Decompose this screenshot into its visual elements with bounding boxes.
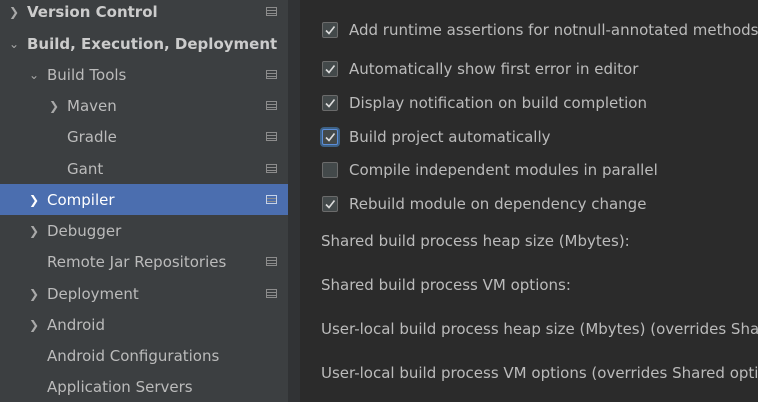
sidebar-item-deployment[interactable]: ❯ Deployment — [0, 278, 288, 309]
project-settings-icon — [266, 132, 277, 141]
sidebar-item-maven[interactable]: ❯ Maven — [0, 90, 288, 121]
project-settings-icon — [266, 164, 277, 173]
checkmark-icon — [325, 65, 336, 74]
build-automatically-checkbox[interactable]: Build project automatically — [322, 126, 551, 148]
sidebar-item-label: Android Configurations — [47, 346, 220, 365]
project-settings-icon — [266, 70, 277, 79]
chevron-right-icon[interactable]: ❯ — [7, 5, 21, 19]
sidebar-item-label: Application Servers — [47, 377, 193, 396]
sidebar-item-build-tools[interactable]: ⌄ Build Tools — [0, 59, 288, 90]
sidebar-item-version-control[interactable]: ❯ Version Control — [0, 0, 288, 27]
sidebar-item-label: Remote Jar Repositories — [47, 252, 227, 271]
checkbox-label: Compile independent modules in parallel — [349, 161, 658, 179]
checkbox-label: Automatically show first error in editor — [349, 60, 639, 78]
sidebar-item-label: Deployment — [47, 284, 139, 303]
project-settings-icon — [266, 289, 277, 298]
sidebar-item-android[interactable]: ❯ Android — [0, 309, 288, 340]
sidebar-item-build-execution-deployment[interactable]: ⌄ Build, Execution, Deployment — [0, 28, 288, 59]
sidebar-item-android-configurations[interactable]: Android Configurations — [0, 340, 288, 371]
checkmark-icon — [325, 99, 336, 108]
sidebar-item-label: Version Control — [27, 2, 158, 21]
checkmark-icon — [325, 200, 336, 209]
sidebar-item-label: Gant — [67, 159, 104, 178]
checkbox-label: Rebuild module on dependency change — [349, 195, 647, 213]
show-first-error-checkbox[interactable]: Automatically show first error in editor — [322, 58, 638, 80]
sidebar-item-gradle[interactable]: Gradle — [0, 121, 288, 152]
sidebar-item-label: Compiler — [47, 190, 115, 209]
chevron-right-icon[interactable]: ❯ — [47, 99, 61, 113]
checkbox-label: Add runtime assertions for notnull-annot… — [349, 21, 758, 39]
checkbox-box[interactable] — [322, 61, 338, 77]
checkbox-box[interactable] — [322, 196, 338, 212]
rebuild-on-dependency-checkbox[interactable]: Rebuild module on dependency change — [322, 193, 646, 215]
checkbox-box[interactable] — [322, 129, 338, 145]
chevron-right-icon[interactable]: ❯ — [27, 193, 41, 207]
sidebar-item-compiler[interactable]: ❯ Compiler — [0, 184, 288, 215]
runtime-assertions-checkbox[interactable]: Add runtime assertions for notnull-annot… — [322, 19, 758, 41]
checkbox-box[interactable] — [322, 95, 338, 111]
checkmark-icon — [325, 26, 336, 35]
checkbox-box[interactable] — [322, 22, 338, 38]
sidebar-item-label: Build, Execution, Deployment — [27, 34, 278, 53]
checkmark-icon — [325, 133, 336, 142]
sidebar-item-debugger[interactable]: ❯ Debugger — [0, 215, 288, 246]
sidebar-item-application-servers[interactable]: Application Servers — [0, 371, 288, 402]
build-notification-checkbox[interactable]: Display notification on build completion — [322, 92, 647, 114]
user-local-heap-size-label: User-local build process heap size (Mbyt… — [321, 320, 758, 338]
shared-vm-options-label: Shared build process VM options: — [321, 276, 571, 294]
sidebar-splitter[interactable] — [288, 0, 300, 402]
chevron-right-icon[interactable]: ❯ — [27, 287, 41, 301]
sidebar-item-label: Maven — [67, 96, 117, 115]
chevron-down-icon[interactable]: ⌄ — [27, 68, 41, 82]
sidebar-item-label: Debugger — [47, 221, 122, 240]
chevron-down-icon[interactable]: ⌄ — [7, 37, 21, 51]
sidebar-item-label: Gradle — [67, 127, 117, 146]
chevron-right-icon[interactable]: ❯ — [27, 224, 41, 238]
sidebar-item-remote-jar-repositories[interactable]: Remote Jar Repositories — [0, 246, 288, 277]
parallel-compile-checkbox[interactable]: Compile independent modules in parallel — [322, 159, 658, 181]
project-settings-icon — [266, 101, 277, 110]
project-settings-icon — [266, 257, 277, 266]
checkbox-label: Display notification on build completion — [349, 94, 647, 112]
sidebar-item-label: Android — [47, 315, 105, 334]
user-local-vm-options-label: User-local build process VM options (ove… — [321, 364, 758, 382]
sidebar-item-gant[interactable]: Gant — [0, 153, 288, 184]
chevron-right-icon[interactable]: ❯ — [27, 318, 41, 332]
compiler-settings-panel: Add runtime assertions for notnull-annot… — [300, 0, 758, 402]
settings-sidebar: ❯ Version Control ⌄ Build, Execution, De… — [0, 0, 288, 402]
project-settings-icon — [266, 7, 277, 16]
sidebar-item-label: Build Tools — [47, 65, 127, 84]
checkbox-label: Build project automatically — [349, 128, 551, 146]
checkbox-box[interactable] — [322, 162, 338, 178]
shared-heap-size-label: Shared build process heap size (Mbytes): — [321, 232, 630, 250]
project-settings-icon — [266, 195, 277, 204]
